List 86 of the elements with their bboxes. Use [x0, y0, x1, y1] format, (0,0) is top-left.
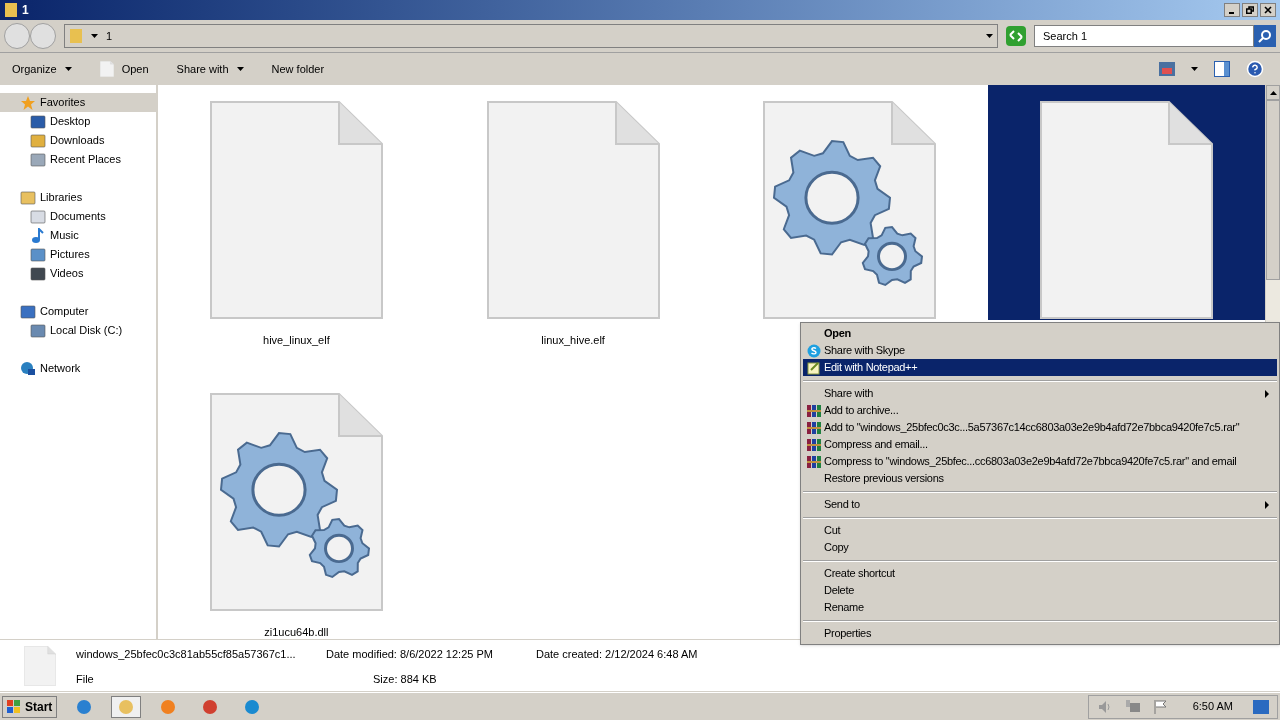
menu-item[interactable]: Restore previous versions — [803, 470, 1277, 487]
nav-item[interactable]: Documents — [0, 207, 156, 226]
menu-item[interactable]: Share with — [803, 385, 1277, 402]
menu-item[interactable]: Add to archive... — [803, 402, 1277, 419]
selected-file-item[interactable] — [988, 85, 1265, 320]
window-title: 1 — [22, 2, 29, 19]
menu-item[interactable]: Properties — [803, 625, 1277, 642]
caret-icon — [91, 34, 98, 38]
search-field[interactable]: Search 1 — [1034, 25, 1254, 47]
show-desktop-icon[interactable] — [1253, 699, 1269, 714]
globe-icon — [20, 360, 36, 377]
menu-item[interactable]: Share with Skype — [803, 342, 1277, 359]
search-icon — [1258, 29, 1272, 43]
close-icon — [1264, 6, 1272, 14]
toolbar-button[interactable]: Share with — [172, 60, 248, 78]
address-bar[interactable]: 1 — [64, 24, 998, 48]
file-type: File — [76, 671, 95, 687]
menu-item[interactable]: Compress and email... — [803, 436, 1277, 453]
date-created: Date created: 2/12/2024 6:48 AM — [536, 647, 698, 662]
nav-item[interactable]: Recent Places — [0, 150, 156, 169]
start-button[interactable]: Start — [2, 695, 58, 718]
file-size: Size: 884 KB — [372, 671, 438, 687]
back-button[interactable] — [4, 23, 30, 49]
refresh-icon — [1009, 30, 1023, 42]
toolbar-button[interactable]: Open — [95, 60, 153, 78]
nav-item[interactable]: Music — [0, 226, 156, 245]
minimize-button[interactable] — [1224, 3, 1240, 17]
star-icon — [20, 94, 36, 111]
submenu-arrow-icon — [1265, 389, 1269, 398]
caret-icon — [1191, 67, 1198, 71]
nav-item[interactable]: Network — [0, 359, 156, 378]
nav-item[interactable]: Favorites — [0, 93, 156, 112]
clock[interactable]: 6:50 AM — [1192, 698, 1233, 715]
menu-item[interactable]: Copy — [803, 539, 1277, 556]
menu-item[interactable]: Send to — [803, 496, 1277, 513]
view-menu-button[interactable] — [1191, 67, 1198, 71]
toolbar-button[interactable]: Organize — [8, 60, 76, 78]
nav-item[interactable]: Desktop — [0, 112, 156, 131]
preview-pane-icon[interactable] — [1214, 61, 1230, 77]
restore-icon — [1246, 6, 1254, 14]
file-name[interactable]: linux_hive.elf — [541, 332, 605, 349]
menu-item[interactable]: Add to "windows_25bfec0c3c...5a57367c14cc6803a03e2e9b4afd72e7bbca9420fe7c5.rar" — [803, 419, 1277, 436]
music-note-icon — [30, 227, 46, 244]
menu-item[interactable]: Open — [803, 325, 1277, 342]
refresh-button[interactable] — [1006, 26, 1026, 46]
forward-button[interactable] — [30, 23, 56, 49]
menu-item[interactable]: Cut — [803, 522, 1277, 539]
archive-books-icon — [807, 454, 821, 469]
toolbar-button[interactable]: New folder — [267, 60, 329, 78]
document-icon — [24, 646, 56, 686]
help-icon[interactable] — [1246, 60, 1264, 78]
search-button[interactable] — [1254, 25, 1276, 47]
document-icon — [1039, 100, 1215, 320]
skype-icon — [807, 343, 821, 358]
caret-icon — [64, 67, 72, 71]
menu-item[interactable]: Compress to "windows_25bfec...cc6803a03e2e9b4afd72e7bbca9420fe7c5.rar" and email — [803, 453, 1277, 470]
address-path: 1 — [106, 28, 113, 44]
menu-item[interactable]: Delete — [803, 582, 1277, 599]
caret-icon — [236, 67, 244, 71]
flag-icon[interactable] — [1152, 698, 1169, 715]
network-computer-icon[interactable] — [1124, 698, 1141, 715]
submenu-arrow-icon — [1265, 500, 1269, 509]
menu-item[interactable]: Edit with Notepad++ — [803, 359, 1277, 376]
nav-item[interactable]: Downloads — [0, 131, 156, 150]
nav-item[interactable]: Computer — [0, 302, 156, 321]
nav-item[interactable]: Videos — [0, 264, 156, 283]
document-icon — [99, 61, 114, 77]
nav-item[interactable]: Pictures — [0, 245, 156, 264]
archive-books-icon — [807, 420, 821, 435]
nav-item[interactable]: Libraries — [0, 188, 156, 207]
menu-item[interactable]: Create shortcut — [803, 565, 1277, 582]
scroll-up-icon[interactable] — [1269, 90, 1277, 95]
caret-icon — [986, 34, 993, 38]
file-name[interactable]: hive_linux_elf — [263, 332, 330, 349]
taskbar-app[interactable] — [111, 695, 142, 718]
notepad-icon — [807, 360, 821, 375]
file-name: windows_25bfec0c3c81ab55cf85a57367c1... — [76, 647, 297, 662]
windows-logo-icon — [7, 699, 21, 714]
archive-books-icon — [807, 437, 821, 452]
restore-button[interactable] — [1242, 3, 1258, 17]
archive-books-icon — [807, 403, 821, 418]
date-modified: Date modified: 8/6/2022 12:25 PM — [326, 647, 494, 662]
close-button[interactable] — [1260, 3, 1276, 17]
file-name[interactable]: zi1ucu64b.dll — [264, 623, 329, 639]
nav-item[interactable]: Local Disk (C:) — [0, 321, 156, 340]
menu-item[interactable]: Rename — [803, 599, 1277, 616]
